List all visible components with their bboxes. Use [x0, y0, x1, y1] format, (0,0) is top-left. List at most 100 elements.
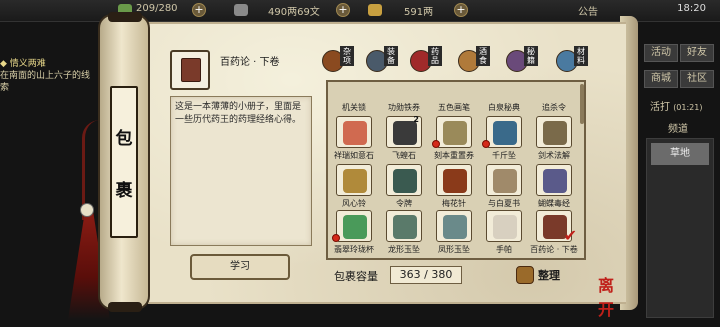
item-label: 五色画笔	[438, 103, 470, 112]
item-label: 飞蝗石	[392, 151, 416, 160]
inventory-item-slot[interactable]	[486, 164, 522, 196]
item-icon	[343, 215, 367, 239]
sort-button[interactable]: 整理	[516, 264, 576, 286]
inventory-item-slot[interactable]: 2	[386, 115, 422, 148]
money-icon	[234, 4, 248, 16]
item-icon	[493, 169, 517, 193]
selected-item-name: 百药论 · 下卷	[220, 57, 280, 68]
item-count: 2	[413, 115, 419, 124]
tab-label: 秘籍	[524, 46, 538, 66]
money-value: 490两69文	[268, 7, 320, 18]
add-money-button[interactable]: +	[336, 3, 350, 17]
inventory-title: 包 裹	[110, 86, 138, 238]
item-icon	[443, 121, 467, 145]
inventory-item-slot[interactable]	[386, 210, 422, 242]
tab-5[interactable]: 材料	[556, 46, 598, 76]
learn-button[interactable]: 学习	[190, 254, 290, 280]
inventory-item-slot[interactable]	[336, 116, 372, 148]
ingot-icon	[368, 4, 382, 16]
new-item-dot	[332, 234, 340, 242]
add-stamina-button[interactable]: +	[192, 3, 206, 17]
item-label: 功勋铁券	[388, 103, 420, 112]
capacity-label: 包裹容量	[334, 270, 378, 283]
item-icon	[443, 169, 467, 193]
announcement-button[interactable]: 公告	[578, 3, 598, 18]
roller-cap-bottom	[108, 302, 142, 312]
event-hint-timer: (01:21)	[673, 103, 703, 112]
tab-label: 装备	[384, 46, 398, 66]
inventory-item-slot[interactable]	[486, 116, 522, 148]
item-icon	[393, 215, 417, 239]
item-label: 梅花针	[442, 199, 466, 208]
ingot-value: 591两	[404, 7, 434, 18]
quest-tracker[interactable]: ◆ 情义两难 在南面的山上六子的线索	[0, 58, 96, 94]
capacity-value: 363 / 380	[390, 266, 462, 284]
item-label: 翡翠玲珑杯	[334, 245, 374, 254]
bag-icon	[516, 266, 534, 284]
item-icon	[393, 169, 417, 193]
new-item-dot	[432, 140, 440, 148]
item-label: 龙形玉坠	[388, 245, 420, 254]
item-label: 百药论 · 下卷	[530, 245, 578, 254]
inventory-item-slot[interactable]	[336, 210, 372, 242]
tassel-bead	[80, 203, 94, 217]
item-icon	[493, 215, 517, 239]
inventory-item-slot[interactable]	[436, 116, 472, 148]
tab-0[interactable]: 杂项	[322, 46, 364, 76]
item-icon	[393, 121, 417, 145]
add-ingot-button[interactable]: +	[454, 3, 468, 17]
item-label: 千斤坠	[492, 151, 516, 160]
inventory-item-slot[interactable]	[436, 210, 472, 242]
item-label: 白泉秘典	[488, 103, 520, 112]
channel-selected[interactable]: 草地	[651, 143, 709, 165]
item-label: 蝴蝶毒经	[538, 199, 570, 208]
sort-label: 整理	[538, 269, 560, 282]
inventory-item-slot[interactable]	[336, 164, 372, 196]
tab-1[interactable]: 装备	[366, 46, 408, 76]
grid-scrollbar[interactable]	[580, 84, 584, 124]
inventory-item-slot[interactable]	[536, 164, 572, 196]
item-description: 这是一本薄薄的小册子，里面是一些历代药王的药理经络心得。	[175, 102, 302, 125]
item-icon	[443, 215, 467, 239]
close-seal-button[interactable]: 离开	[598, 272, 624, 319]
event-hint-label: 活打	[650, 102, 670, 113]
inventory-item-slot[interactable]	[386, 164, 422, 196]
activity-button[interactable]: 活动	[644, 44, 678, 62]
tab-label: 药品	[428, 46, 442, 66]
new-item-dot	[482, 140, 490, 148]
item-label: 祥瑞如意石	[334, 151, 374, 160]
item-icon	[343, 121, 367, 145]
item-label: 风心铃	[342, 199, 366, 208]
item-label: 与白夏书	[488, 199, 520, 208]
selected-item-preview	[170, 50, 210, 90]
item-label: 机关锁	[342, 103, 366, 112]
book-icon	[181, 58, 201, 82]
item-label: 凤形玉坠	[438, 245, 470, 254]
channel-list: 草地	[646, 138, 714, 318]
selected-check-icon: ✔	[563, 226, 577, 245]
inventory-item-slot[interactable]	[436, 164, 472, 196]
clock: 18:20	[677, 3, 706, 14]
item-icon	[343, 169, 367, 193]
quest-title: ◆ 情义两难	[0, 59, 46, 69]
title-char-1: 包	[115, 128, 133, 149]
tab-3[interactable]: 酒食	[458, 46, 500, 76]
friends-button[interactable]: 好友	[680, 44, 714, 62]
channel-tab[interactable]: 频道	[668, 120, 688, 135]
shop-button[interactable]: 商城	[644, 70, 678, 88]
inventory-item-slot[interactable]	[486, 210, 522, 242]
item-label: 刻本重置券	[434, 151, 474, 160]
quest-text: 在南面的山上六子的线索	[0, 71, 91, 93]
item-icon	[543, 121, 567, 145]
item-icon	[543, 169, 567, 193]
title-char-2: 裹	[115, 180, 133, 201]
tab-4[interactable]: 秘籍	[506, 46, 548, 76]
inventory-item-slot[interactable]: ✔	[536, 210, 577, 245]
community-button[interactable]: 社区	[680, 70, 714, 88]
inventory-item-slot[interactable]	[536, 116, 572, 148]
tab-2[interactable]: 药品	[410, 46, 452, 76]
item-label: 手帕	[496, 245, 512, 254]
tab-label: 酒食	[476, 46, 490, 66]
roller-cap-top	[108, 12, 142, 22]
item-label: 追杀令	[542, 103, 566, 112]
